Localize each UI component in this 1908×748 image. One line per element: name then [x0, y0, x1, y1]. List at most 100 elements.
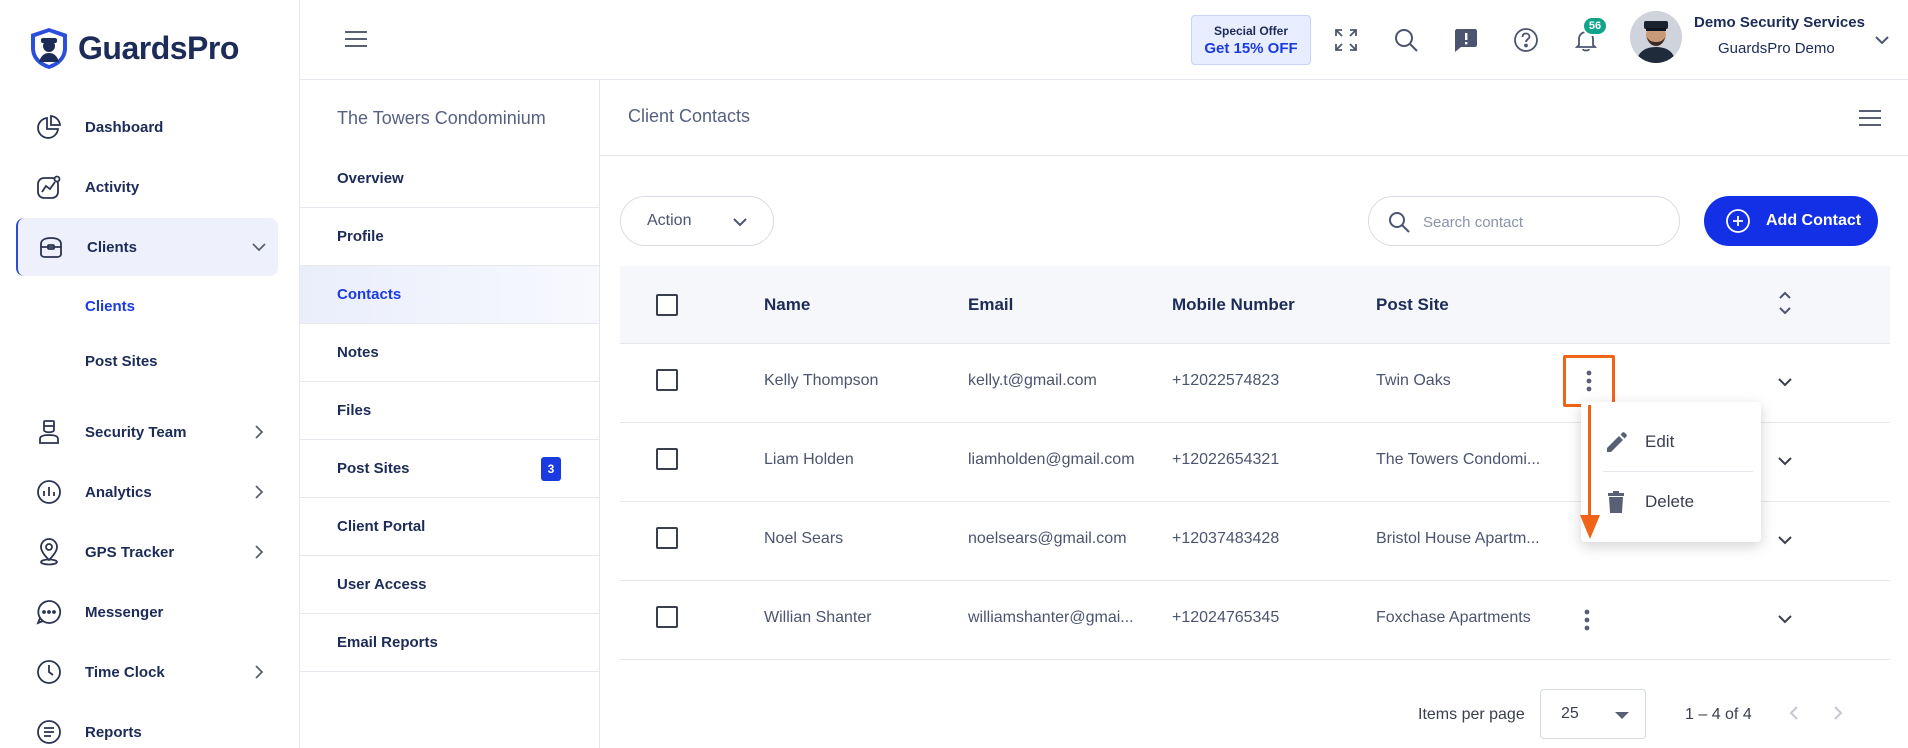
sidebar-item-label: Dashboard — [85, 118, 164, 136]
special-offer-badge[interactable]: Special Offer Get 15% OFF — [1191, 15, 1311, 65]
row-checkbox[interactable] — [656, 527, 678, 549]
user-name: Demo Security Services — [1694, 14, 1865, 31]
row-checkbox[interactable] — [656, 448, 678, 470]
subnav-item-profile[interactable]: Profile — [300, 208, 599, 266]
subnav-item-client-portal[interactable]: Client Portal — [300, 498, 599, 556]
guardspro-logo-icon — [31, 28, 67, 69]
subnav-item-notes[interactable]: Notes — [300, 324, 599, 382]
table-row[interactable]: Willian Shanter williamshanter@gmai... +… — [620, 581, 1890, 660]
sidebar-item-gps-tracker[interactable]: GPS Tracker — [16, 523, 278, 581]
chevron-right-icon — [1834, 706, 1843, 720]
chevron-down-icon — [733, 218, 747, 227]
help-icon[interactable] — [1510, 24, 1542, 56]
contact-mobile: +12024765345 — [1172, 609, 1280, 626]
menu-item-delete[interactable]: Delete — [1581, 472, 1761, 532]
row-actions-kebab[interactable] — [1570, 603, 1604, 637]
row-action-menu: Edit Delete — [1581, 402, 1761, 542]
sidebar-subitem-post-sites[interactable]: Post Sites — [85, 353, 158, 370]
feedback-icon[interactable] — [1450, 24, 1482, 56]
contact-name: Willian Shanter — [764, 609, 872, 626]
contact-post-site: The Towers Condomi... — [1376, 451, 1541, 468]
avatar[interactable] — [1630, 11, 1682, 63]
main-header: Client Contacts — [600, 80, 1908, 156]
previous-page-button[interactable] — [1780, 698, 1810, 728]
items-per-page-label: Items per page — [1418, 706, 1525, 723]
menu-item-label: Delete — [1645, 492, 1695, 511]
subnav-item-user-access[interactable]: User Access — [300, 556, 599, 614]
report-icon — [34, 717, 64, 747]
search-contact[interactable] — [1368, 196, 1680, 246]
menu-item-edit[interactable]: Edit — [1581, 412, 1761, 472]
pagination-footer: Items per page 25 1 – 4 of 4 — [600, 670, 1908, 748]
pencil-icon — [1607, 432, 1627, 452]
briefcase-icon — [36, 232, 66, 262]
chevron-down-icon[interactable] — [1872, 30, 1892, 50]
sidebar: GuardsPro Dashboard Activity Clients Cli… — [0, 0, 300, 748]
select-all-checkbox[interactable] — [656, 294, 678, 316]
sidebar-item-dashboard[interactable]: Dashboard — [16, 98, 278, 156]
subnav-item-files[interactable]: Files — [300, 382, 599, 440]
contact-name: Liam Holden — [764, 451, 854, 468]
contact-name: Kelly Thompson — [764, 372, 879, 389]
expand-row-chevron-icon[interactable] — [1775, 451, 1795, 471]
contact-post-site: Twin Oaks — [1376, 372, 1451, 389]
contact-mobile: +12037483428 — [1172, 530, 1280, 547]
post-sites-count-badge: 3 — [541, 456, 561, 481]
sidebar-item-label: Analytics — [85, 483, 152, 501]
subnav-item-label: Overview — [337, 170, 404, 187]
chevron-right-icon — [255, 425, 264, 439]
search-input[interactable] — [1423, 209, 1663, 235]
sidebar-item-messenger[interactable]: Messenger — [16, 583, 278, 641]
add-circle-icon — [1726, 209, 1750, 233]
action-dropdown-label: Action — [647, 212, 692, 229]
column-header-mobile[interactable]: Mobile Number — [1172, 295, 1295, 315]
hamburger-menu-icon[interactable] — [344, 28, 368, 50]
list-menu-icon[interactable] — [1858, 108, 1882, 128]
row-checkbox[interactable] — [656, 369, 678, 391]
menu-item-label: Edit — [1645, 432, 1675, 451]
subnav-item-label: Email Reports — [337, 634, 438, 651]
row-checkbox[interactable] — [656, 606, 678, 628]
chevron-right-icon — [255, 665, 264, 679]
expand-row-chevron-icon[interactable] — [1775, 530, 1795, 550]
next-page-button[interactable] — [1822, 698, 1852, 728]
caret-down-icon — [1615, 712, 1629, 719]
subnav-item-overview[interactable]: Overview — [300, 150, 599, 208]
expand-row-chevron-icon[interactable] — [1775, 372, 1795, 392]
sidebar-item-reports[interactable]: Reports — [16, 703, 278, 748]
fullscreen-icon[interactable] — [1330, 24, 1362, 56]
sidebar-item-label: GPS Tracker — [85, 543, 175, 561]
analytics-icon — [34, 477, 64, 507]
subnav-item-label: Post Sites — [337, 460, 410, 477]
subnav-item-post-sites[interactable]: Post Sites 3 — [300, 440, 599, 498]
sidebar-subitem-clients[interactable]: Clients — [85, 298, 135, 315]
sidebar-item-clients[interactable]: Clients — [16, 218, 278, 276]
add-contact-button[interactable]: Add Contact — [1704, 196, 1878, 246]
row-actions-kebab-highlighted[interactable] — [1563, 355, 1615, 407]
sidebar-item-label: Security Team — [85, 423, 187, 441]
items-per-page-select[interactable]: 25 — [1540, 689, 1646, 739]
sidebar-item-label: Time Clock — [85, 663, 165, 681]
brand[interactable]: GuardsPro — [28, 26, 239, 70]
sidebar-item-activity[interactable]: Activity — [16, 158, 278, 216]
action-dropdown[interactable]: Action — [620, 196, 774, 246]
sort-icon[interactable] — [1777, 288, 1793, 318]
chat-bubble-icon — [34, 597, 64, 627]
column-header-post-site[interactable]: Post Site — [1376, 295, 1449, 315]
chevron-right-icon — [255, 485, 264, 499]
contact-post-site: Foxchase Apartments — [1376, 609, 1531, 626]
expand-row-chevron-icon[interactable] — [1775, 609, 1795, 629]
subnav-item-email-reports[interactable]: Email Reports — [300, 614, 599, 672]
search-icon[interactable] — [1390, 24, 1422, 56]
sidebar-item-analytics[interactable]: Analytics — [16, 463, 278, 521]
pagination-range: 1 – 4 of 4 — [1685, 706, 1752, 723]
subnav-item-label: User Access — [337, 576, 427, 593]
notification-count-badge: 56 — [1582, 16, 1608, 36]
sidebar-item-time-clock[interactable]: Time Clock — [16, 643, 278, 701]
table-header: Name Email Mobile Number Post Site — [620, 266, 1890, 344]
column-header-name[interactable]: Name — [764, 295, 810, 315]
subnav-item-contacts[interactable]: Contacts — [300, 266, 599, 324]
sidebar-item-security-team[interactable]: Security Team — [16, 403, 278, 461]
column-header-email[interactable]: Email — [968, 295, 1013, 315]
sidebar-item-label: Messenger — [85, 603, 164, 621]
